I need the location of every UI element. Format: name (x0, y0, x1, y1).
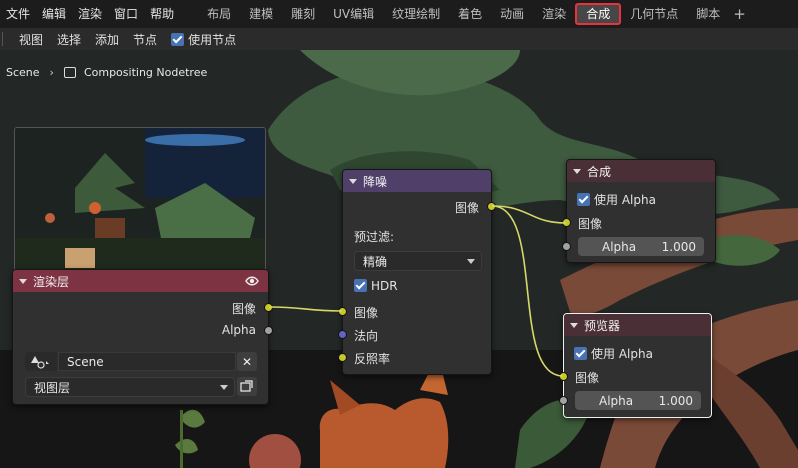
tab-sculpting[interactable]: 雕刻 (282, 3, 324, 25)
denoise-image-input-socket[interactable] (338, 307, 347, 316)
workspace-tabs: 布局 建模 雕刻 UV编辑 纹理绘制 着色 动画 渲染 合成 几何节点 脚本 + (198, 3, 750, 25)
view-layer-dropdown[interactable]: 视图层 (25, 377, 235, 397)
prefilter-value: 精确 (363, 254, 388, 269)
header-select-menu[interactable]: 选择 (50, 31, 88, 48)
render-layers-alpha-socket[interactable] (264, 326, 273, 335)
render-layers-image-output-label: 图像 (231, 302, 256, 316)
denoise-normal-input-label: 法向 (354, 329, 379, 343)
composite-image-input-socket[interactable] (562, 218, 571, 227)
render-preview (14, 127, 266, 272)
hdr-checkbox[interactable] (354, 279, 367, 292)
use-nodes-checkbox[interactable] (171, 32, 185, 46)
denoise-normal-input-socket[interactable] (338, 330, 347, 339)
tab-scripting[interactable]: 脚本 (687, 3, 729, 25)
chevron-down-icon (467, 259, 475, 264)
main-menu: 文件 编辑 渲染 窗口 帮助 (0, 0, 180, 28)
menu-window[interactable]: 窗口 (108, 0, 144, 28)
composite-alpha-label: Alpha (602, 239, 637, 254)
breadcrumb-nodetree[interactable]: Compositing Nodetree (84, 66, 207, 79)
tab-shading[interactable]: 着色 (449, 3, 491, 25)
render-layers-alpha-output-label: Alpha (221, 323, 256, 337)
header-node-menu[interactable]: 节点 (126, 31, 164, 48)
scene-icon[interactable] (25, 352, 57, 371)
denoise-title: 降噪 (363, 174, 388, 189)
breadcrumb: Scene › Compositing Nodetree (6, 66, 207, 79)
tab-compositing[interactable]: 合成 (575, 3, 622, 25)
composite-image-input-label: 图像 (578, 217, 603, 231)
viewer-alpha-value: 1.000 (658, 393, 693, 408)
viewer-header[interactable]: 预览器 (564, 314, 711, 336)
node-editor-canvas[interactable]: Scene › Compositing Nodetree 渲染层 图像 Alph… (0, 50, 798, 468)
tab-animation[interactable]: 动画 (491, 3, 533, 25)
denoise-image-output-label: 图像 (454, 201, 479, 215)
render-layers-header[interactable]: 渲染层 (13, 270, 268, 292)
editor-type-edge (2, 32, 6, 46)
denoise-image-input-label: 图像 (354, 306, 379, 320)
viewer-use-alpha-toggle[interactable]: 使用 Alpha (574, 345, 653, 362)
render-layers-image-socket[interactable] (264, 303, 273, 312)
view-layer-value: 视图层 (34, 380, 71, 395)
editor-header: 视图 选择 添加 节点 使用节点 (0, 28, 798, 50)
collapse-caret-icon[interactable] (349, 178, 357, 184)
denoise-header[interactable]: 降噪 (343, 170, 491, 192)
denoise-node[interactable]: 降噪 图像 预过滤: 精确 HDR 图像 法向 反照率 (338, 169, 496, 375)
viewer-use-alpha-label: 使用 Alpha (591, 347, 653, 361)
collapse-caret-icon[interactable] (570, 322, 578, 328)
composite-title: 合成 (587, 164, 612, 179)
viewer-image-input-label: 图像 (575, 371, 600, 385)
composite-node[interactable]: 合成 使用 Alpha 图像 Alpha 1.000 (562, 159, 716, 263)
use-nodes-toggle[interactable]: 使用节点 (164, 31, 243, 48)
denoise-albedo-input-label: 反照率 (354, 352, 391, 366)
nodetree-icon (63, 67, 76, 78)
viewer-title: 预览器 (584, 318, 621, 333)
viewer-node[interactable]: 预览器 使用 Alpha 图像 Alpha 1.000 (559, 313, 712, 418)
header-view-menu[interactable]: 视图 (12, 31, 50, 48)
denoise-image-output-socket[interactable] (487, 202, 496, 211)
eye-icon[interactable] (245, 274, 259, 288)
prefilter-dropdown[interactable]: 精确 (354, 251, 482, 271)
menu-render[interactable]: 渲染 (72, 0, 108, 28)
composite-header[interactable]: 合成 (567, 160, 715, 182)
top-bar: 文件 编辑 渲染 窗口 帮助 布局 建模 雕刻 UV编辑 纹理绘制 着色 动画 … (0, 0, 798, 28)
tab-modeling[interactable]: 建模 (240, 3, 282, 25)
composite-alpha-field[interactable]: Alpha 1.000 (578, 237, 704, 256)
tab-texture-paint[interactable]: 纹理绘制 (383, 3, 449, 25)
scene-selector[interactable]: Scene (58, 352, 236, 371)
tab-rendering[interactable]: 渲染 (533, 3, 575, 25)
use-nodes-label: 使用节点 (188, 32, 237, 47)
breadcrumb-scene[interactable]: Scene (6, 66, 40, 79)
composite-use-alpha-toggle[interactable]: 使用 Alpha (577, 191, 656, 208)
render-layers-node[interactable]: 渲染层 图像 Alpha Scene ✕ 视图层 (12, 269, 273, 405)
tab-layout[interactable]: 布局 (198, 3, 240, 25)
browse-icon[interactable] (237, 377, 257, 396)
viewer-alpha-label: Alpha (599, 393, 634, 408)
viewer-alpha-input-socket[interactable] (559, 396, 568, 405)
menu-edit[interactable]: 编辑 (36, 0, 72, 28)
composite-alpha-input-socket[interactable] (562, 242, 571, 251)
collapse-caret-icon[interactable] (19, 278, 27, 284)
render-preview-image (15, 128, 265, 271)
tab-uv-editing[interactable]: UV编辑 (324, 3, 383, 25)
tab-geometry-nodes[interactable]: 几何节点 (621, 3, 687, 25)
prefilter-label: 预过滤: (354, 230, 395, 244)
hdr-label: HDR (371, 279, 398, 293)
hdr-toggle[interactable]: HDR (354, 279, 398, 293)
denoise-albedo-input-socket[interactable] (338, 353, 347, 362)
composite-alpha-value: 1.000 (661, 239, 696, 254)
header-add-menu[interactable]: 添加 (88, 31, 126, 48)
render-layers-title: 渲染层 (33, 274, 70, 289)
chevron-right-icon: › (49, 66, 54, 79)
composite-use-alpha-checkbox[interactable] (577, 193, 590, 206)
collapse-caret-icon[interactable] (573, 168, 581, 174)
viewer-image-input-socket[interactable] (559, 372, 568, 381)
composite-use-alpha-label: 使用 Alpha (594, 193, 656, 207)
add-workspace-icon[interactable]: + (729, 5, 750, 23)
scene-selector-value: Scene (67, 354, 104, 369)
menu-file[interactable]: 文件 (0, 0, 36, 28)
close-icon[interactable]: ✕ (237, 352, 257, 371)
chevron-down-icon (220, 385, 228, 390)
viewer-use-alpha-checkbox[interactable] (574, 347, 587, 360)
viewer-alpha-field[interactable]: Alpha 1.000 (575, 391, 701, 410)
menu-help[interactable]: 帮助 (144, 0, 180, 28)
